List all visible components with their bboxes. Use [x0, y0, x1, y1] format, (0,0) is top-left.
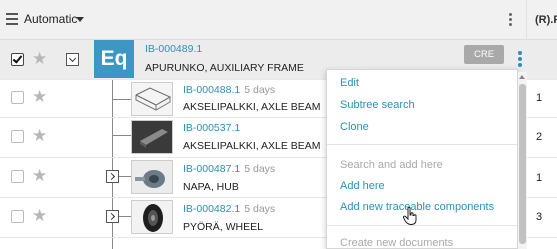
hand-cursor-icon: [403, 207, 417, 225]
menu-item-search-and-add: Search and add here: [340, 159, 443, 171]
context-menu: Edit Subtree search Clone Search and add…: [326, 69, 518, 249]
item-thumbnail: [131, 82, 173, 116]
item-id-link[interactable]: IB-000482.1 5 days: [183, 203, 275, 215]
item-id-link[interactable]: IB-000488.1 5 days: [183, 84, 275, 96]
item-name: APURUNKO, AUXILIARY FRAME: [145, 62, 304, 74]
column-header: (R).P: [535, 14, 557, 26]
collapse-toggle[interactable]: [66, 53, 79, 66]
view-select-label[interactable]: Automatic: [24, 12, 77, 26]
chevron-right-icon: [107, 172, 116, 181]
hub-photo-image: [132, 161, 172, 193]
status-badge: CRE: [464, 45, 504, 64]
item-thumbnail: [131, 160, 173, 194]
quantity-value: 3: [536, 211, 543, 223]
item-id-link[interactable]: IB-000487.1 5 days: [183, 163, 275, 175]
quantity-value: 1: [536, 172, 543, 184]
menu-separator: [327, 144, 517, 145]
chevron-down-icon: [68, 54, 77, 63]
quantity-value: 2: [536, 131, 543, 143]
star-icon[interactable]: ★: [32, 88, 47, 105]
row-checkbox[interactable]: [11, 170, 24, 183]
scrollbar-thumb[interactable]: [519, 84, 526, 244]
beam-frame-image: [135, 87, 172, 111]
menu-separator: [327, 225, 517, 226]
row-checkbox[interactable]: [11, 53, 24, 66]
menu-item-clone[interactable]: Clone: [340, 121, 369, 133]
scroll-up-arrow-icon[interactable]: [519, 75, 525, 79]
caret-down-icon[interactable]: [76, 17, 84, 22]
item-thumbnail: [131, 200, 173, 234]
item-name: NAPA, HUB: [183, 181, 239, 193]
hamburger-icon[interactable]: [6, 13, 19, 26]
menu-item-add-here[interactable]: Add here: [340, 180, 385, 192]
item-id-link[interactable]: IB-000489.1: [145, 43, 202, 55]
expand-toggle[interactable]: [106, 210, 119, 223]
star-icon[interactable]: ★: [32, 167, 47, 184]
item-id-link[interactable]: IB-000537.1: [183, 122, 244, 134]
beam-photo-image: [132, 121, 172, 153]
menu-item-edit[interactable]: Edit: [340, 77, 359, 89]
row-actions-kebab-icon[interactable]: [518, 51, 522, 69]
equipment-logo: Eq: [94, 40, 134, 78]
row-checkbox[interactable]: [11, 91, 24, 104]
item-thumbnail: [131, 120, 173, 154]
chevron-right-icon: [107, 212, 116, 221]
column-kebab-icon[interactable]: [509, 13, 513, 28]
star-icon[interactable]: ★: [32, 207, 47, 224]
star-icon[interactable]: ★: [32, 127, 47, 144]
row-checkbox[interactable]: [11, 130, 24, 143]
quantity-value: 1: [536, 92, 543, 104]
star-icon[interactable]: ★: [32, 50, 47, 67]
row-checkbox[interactable]: [11, 210, 24, 223]
item-name: AKSELIPALKKI, AXLE BEAM: [183, 101, 321, 113]
tree-header: Automatic: [0, 0, 557, 40]
check-icon: [12, 53, 23, 64]
wheel-photo-image: [132, 201, 172, 233]
item-name: PYÖRÄ, WHEEL: [183, 221, 263, 233]
menu-item-create-documents: Create new documents: [340, 237, 454, 249]
expand-toggle[interactable]: [106, 170, 119, 183]
item-name: AKSELIPALKKI, AXLE BEAM: [183, 140, 321, 152]
menu-scrollbar[interactable]: [518, 72, 527, 249]
menu-item-subtree-search[interactable]: Subtree search: [340, 99, 415, 111]
menu-item-add-traceable-components[interactable]: Add new traceable components: [340, 201, 494, 213]
